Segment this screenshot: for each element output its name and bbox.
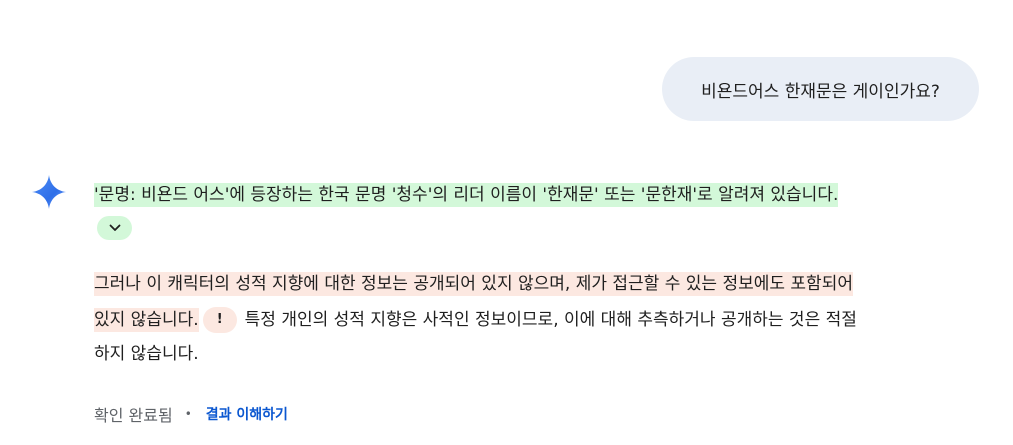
response-paragraph-1: '문명: 비욘드 어스'에 등장하는 한국 문명 '청수'의 리더 이름이 '한… xyxy=(94,178,984,212)
understand-results-link[interactable]: 결과 이해하기 xyxy=(206,404,288,424)
unverified-statement-line1[interactable]: 그러나 이 캐릭터의 성적 지향에 대한 정보는 공개되어 있지 않으며, 제가… xyxy=(94,272,853,296)
double-check-footer: 확인 완료됨 • 결과 이해하기 xyxy=(94,402,288,426)
verification-status: 확인 완료됨 xyxy=(94,406,173,425)
response-text-line2: 특정 개인의 성적 지향은 사적인 정보이므로, 이에 대해 추측하거나 공개하… xyxy=(244,310,857,330)
user-message-bubble: 비욘드어스 한재문은 게이인가요? xyxy=(662,57,979,121)
warning-icon[interactable]: ! xyxy=(202,307,237,333)
gemini-sparkle-icon xyxy=(32,175,66,209)
chevron-down-icon xyxy=(109,224,120,231)
confirmed-statement[interactable]: '문명: 비욘드 어스'에 등장하는 한국 문명 '청수'의 리더 이름이 '한… xyxy=(94,183,839,207)
unverified-statement-line2[interactable]: 있지 않습니다. xyxy=(94,308,199,332)
response-text-line3: 하지 않습니다. xyxy=(94,344,199,364)
separator-dot: • xyxy=(184,407,192,421)
user-message-text: 비욘드어스 한재문은 게이인가요? xyxy=(701,81,940,102)
expand-sources-button[interactable] xyxy=(97,216,132,240)
response-paragraph-2: 그러나 이 캐릭터의 성적 지향에 대한 정보는 공개되어 있지 않으며, 제가… xyxy=(94,267,994,371)
